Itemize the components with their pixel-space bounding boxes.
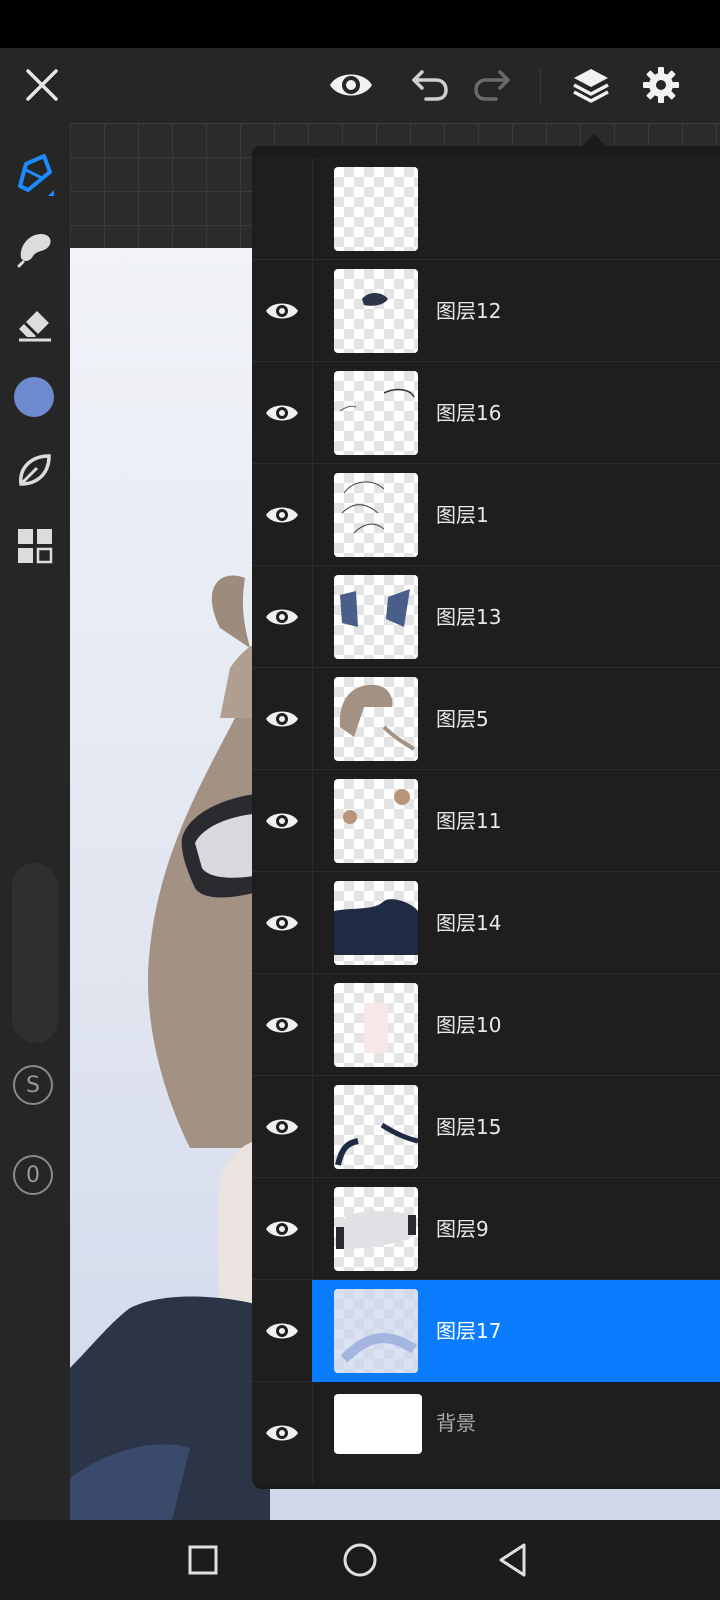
- opacity-label: 0: [26, 1162, 40, 1188]
- layer-name: 图层1: [436, 503, 489, 527]
- layer-thumbnail: [334, 881, 418, 965]
- opacity-button[interactable]: 0: [13, 1155, 53, 1195]
- layer-thumbnail: [334, 269, 418, 353]
- close-icon[interactable]: [20, 63, 64, 107]
- visibility-eye-icon[interactable]: [252, 1382, 313, 1484]
- layer-thumbnail: [334, 1187, 418, 1271]
- visibility-eye-icon[interactable]: [252, 464, 313, 566]
- layer-name: 图层17: [436, 1319, 502, 1343]
- layer-name: 图层13: [436, 605, 502, 629]
- layer-name: 图层14: [436, 911, 502, 935]
- visibility-eye-icon[interactable]: [252, 566, 313, 668]
- layer-name: 图层10: [436, 1013, 502, 1037]
- eye-cell-partial: [252, 158, 313, 260]
- undo-icon[interactable]: [408, 63, 452, 107]
- eraser-icon[interactable]: [10, 298, 60, 348]
- layer-name: 图层5: [436, 707, 489, 731]
- grid-menu-icon[interactable]: [10, 521, 60, 571]
- layer-name: 图层16: [436, 401, 502, 425]
- visibility-eye-icon[interactable]: [252, 1178, 313, 1280]
- layer-row[interactable]: 图层10: [252, 974, 720, 1076]
- home-icon[interactable]: [335, 1535, 385, 1585]
- visibility-eye-icon[interactable]: [252, 872, 313, 974]
- redo-icon[interactable]: [470, 63, 514, 107]
- top-toolbar: [0, 48, 720, 123]
- size-label: S: [26, 1072, 40, 1098]
- visibility-eye-icon[interactable]: [252, 974, 313, 1076]
- layer-thumbnail: [334, 983, 418, 1067]
- layer-name: 图层12: [436, 299, 502, 323]
- layer-name: 图层15: [436, 1115, 502, 1139]
- color-swatch[interactable]: [14, 377, 54, 417]
- layer-thumbnail: [334, 371, 418, 455]
- tool-sidebar: S 0: [0, 123, 70, 1523]
- visibility-eye-icon[interactable]: [252, 1280, 313, 1382]
- pen-tool-icon[interactable]: [10, 148, 60, 198]
- layer-thumbnail: [334, 779, 418, 863]
- back-icon[interactable]: [488, 1535, 538, 1585]
- visibility-eye-icon[interactable]: [252, 668, 313, 770]
- layer-name: 图层11: [436, 809, 502, 833]
- layers-panel: 图层12 图层16 图层1 图层13 图层5 图层11 图层14 图层10 图层…: [252, 146, 720, 1489]
- layer-thumbnail: [334, 1394, 422, 1454]
- layer-thumbnail: [334, 1085, 418, 1169]
- visibility-eye-icon[interactable]: [252, 362, 313, 464]
- layer-thumbnail: [334, 1289, 418, 1373]
- toolbar-divider: [540, 68, 541, 104]
- layer-name: 背景: [436, 1411, 476, 1435]
- visibility-eye-icon[interactable]: [252, 1076, 313, 1178]
- layer-row[interactable]: 图层11: [252, 770, 720, 872]
- layer-row[interactable]: 图层12: [252, 260, 720, 362]
- eye-icon[interactable]: [328, 63, 374, 107]
- layer-row[interactable]: 图层14: [252, 872, 720, 974]
- status-bar: [0, 0, 720, 48]
- layer-row-selected[interactable]: 图层17: [252, 1280, 720, 1382]
- layer-row[interactable]: 图层9: [252, 1178, 720, 1280]
- layer-row-partial[interactable]: [252, 158, 720, 260]
- layer-name: 图层9: [436, 1217, 489, 1241]
- layer-row[interactable]: 图层16: [252, 362, 720, 464]
- visibility-eye-icon[interactable]: [252, 260, 313, 362]
- layer-thumbnail: [334, 677, 418, 761]
- brush-size-slider[interactable]: [12, 863, 58, 1043]
- leaf-brush-icon[interactable]: [10, 445, 60, 495]
- layer-thumbnail: [334, 575, 418, 659]
- panel-caret: [582, 134, 606, 146]
- layers-icon[interactable]: [568, 61, 614, 109]
- gear-icon[interactable]: [638, 61, 684, 109]
- layer-row[interactable]: 图层13: [252, 566, 720, 668]
- layer-thumbnail: [334, 167, 418, 251]
- layer-thumbnail: [334, 473, 418, 557]
- layer-row[interactable]: 图层15: [252, 1076, 720, 1178]
- layer-row[interactable]: 背景: [252, 1382, 720, 1484]
- smudge-tool-icon[interactable]: [10, 223, 60, 273]
- visibility-eye-icon[interactable]: [252, 770, 313, 872]
- layer-row[interactable]: 图层1: [252, 464, 720, 566]
- system-navbar: [0, 1520, 720, 1600]
- recent-apps-icon[interactable]: [178, 1535, 228, 1585]
- layer-row[interactable]: 图层5: [252, 668, 720, 770]
- size-button[interactable]: S: [13, 1065, 53, 1105]
